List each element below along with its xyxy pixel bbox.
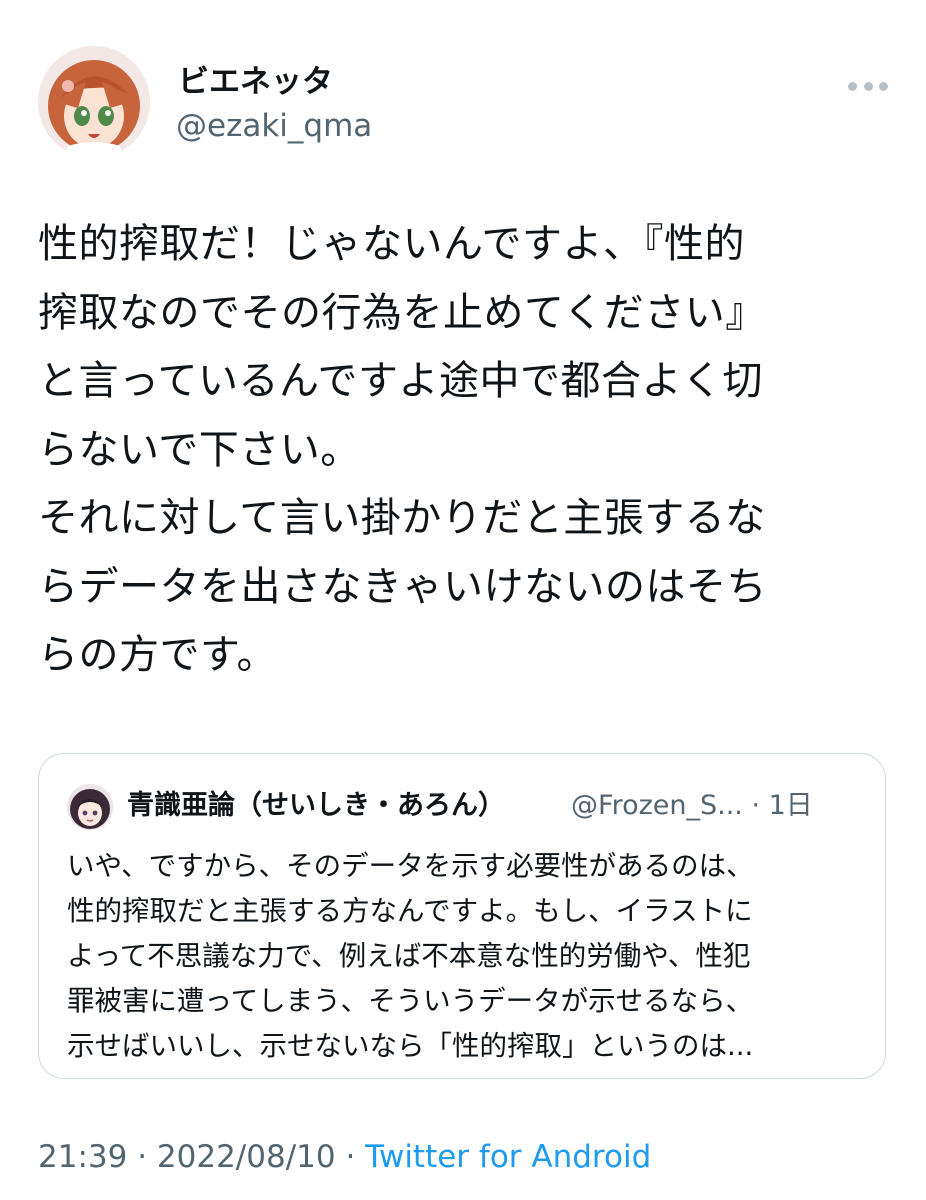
quoted-tweet-line: 示せばいいし、示せないなら「性的搾取」というのは...	[67, 1030, 754, 1062]
more-horizontal-icon[interactable]	[848, 72, 888, 100]
anime-girl-avatar-icon	[38, 46, 150, 158]
author-avatar[interactable]	[38, 46, 150, 158]
quoted-tweet-line: 罪被害に遭ってしまう、そういうデータが示せるなら、	[67, 985, 754, 1017]
tweet-line: 性的搾取だ！じゃないんですよ、『性的	[38, 221, 745, 267]
anime-girl-dark-hair-avatar-icon	[67, 784, 113, 830]
meta-separator: ·	[127, 1139, 157, 1175]
tweet-line: らないで下さい。	[38, 426, 361, 473]
quoted-tweet-line: よって不思議な力で、例えば不本意な性的労働や、性犯	[67, 940, 751, 972]
tweet-line: らデータを出さなきゃいけないのはそち	[38, 563, 767, 610]
tweet-line: それに対して言い掛かりだと主張するな	[38, 495, 766, 541]
tweet-text: 性的搾取だ！じゃないんですよ、『性的 搾取なのでその行為を止めてください』 と言…	[38, 210, 898, 690]
quoted-author-display-name: 青識亜論（せいしき・あろん）	[127, 790, 505, 821]
quoted-author-avatar[interactable]	[67, 784, 113, 830]
quoted-author-handle-time: @Frozen_S... · 1日	[571, 790, 813, 821]
more-dot	[879, 81, 888, 91]
quoted-tweet-line: 性的搾取だと主張する方なんですよ。もし、イラストに	[67, 895, 753, 927]
tweet-line: と言っているんですよ途中で都合よく切	[38, 358, 763, 404]
author-display-name[interactable]: ビエネッタ	[178, 62, 333, 102]
tweet-date[interactable]: 2022/08/10	[157, 1139, 336, 1175]
meta-separator: ·	[335, 1139, 366, 1175]
quoted-tweet-text: いや、ですから、そのデータを示す必要性があるのは、 性的搾取だと主張する方なんで…	[67, 844, 867, 1069]
more-dot	[848, 81, 857, 91]
more-dot	[863, 81, 873, 91]
author-handle[interactable]: @ezaki_qma	[176, 106, 372, 146]
tweet-metadata: 21:39 · 2022/08/10 · Twitter for Android	[38, 1135, 651, 1179]
tweet-line: 搾取なのでその行為を止めてください』	[38, 289, 766, 336]
tweet-time[interactable]: 21:39	[38, 1139, 127, 1175]
quoted-tweet-card[interactable]: 青識亜論（せいしき・あろん） @Frozen_S... · 1日 いや、ですから…	[38, 753, 886, 1079]
tweet-source-link[interactable]: Twitter for Android	[365, 1139, 651, 1175]
tweet-line: らの方です。	[38, 632, 277, 678]
quoted-tweet-line: いや、ですから、そのデータを示す必要性があるのは、	[67, 850, 754, 882]
